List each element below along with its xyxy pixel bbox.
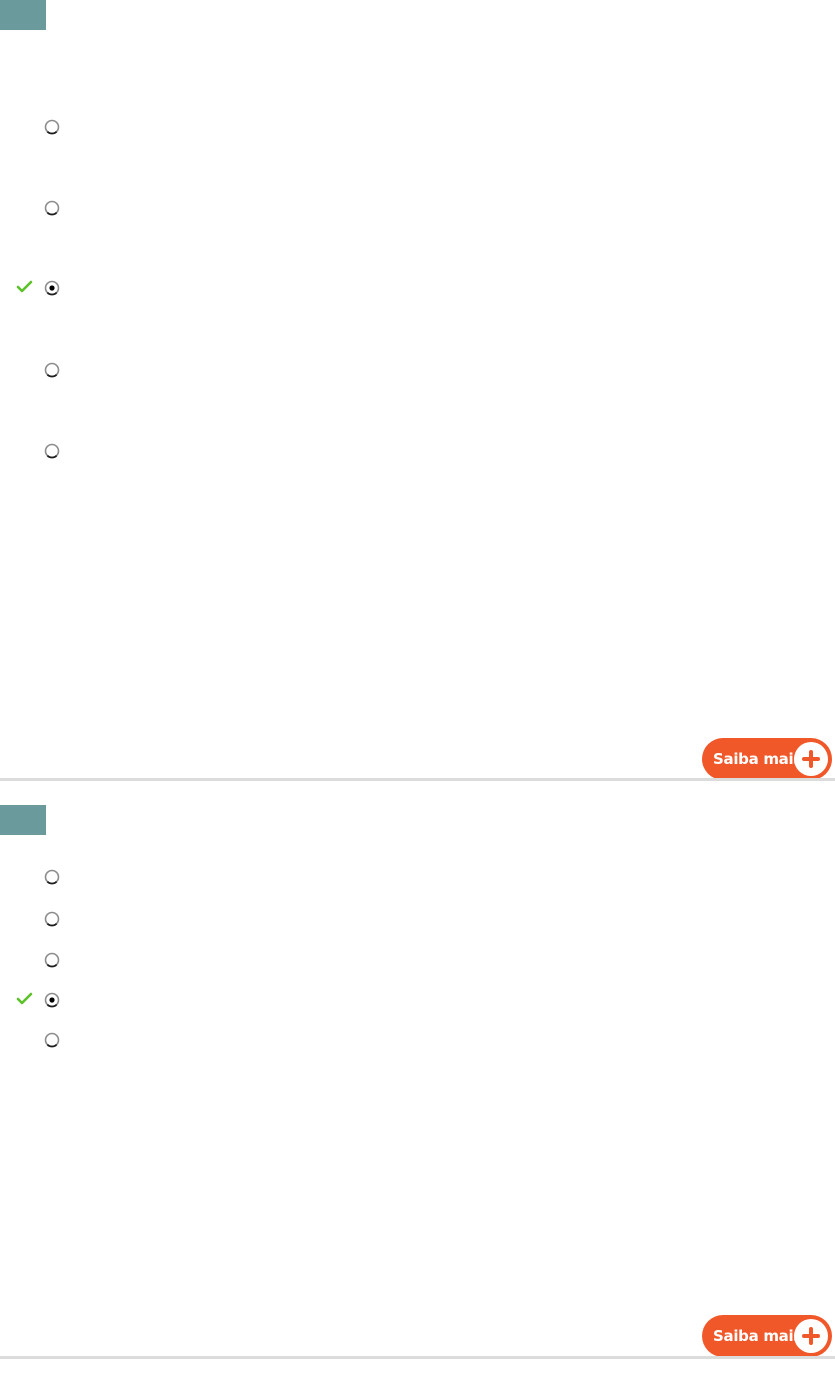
question-number-box: [0, 0, 46, 30]
option-row[interactable]: [16, 991, 796, 1013]
saiba-mais-label: Saiba mais: [713, 750, 802, 768]
question-1: Saiba mais: [0, 0, 835, 780]
radio-button[interactable]: [43, 951, 61, 969]
plus-icon: [794, 1319, 828, 1353]
option-row[interactable]: [16, 868, 796, 890]
question-number-box: [0, 805, 46, 835]
option-row[interactable]: [16, 951, 796, 973]
saiba-mais-button[interactable]: Saiba mais: [702, 738, 832, 780]
radio-button-selected[interactable]: [43, 279, 61, 297]
radio-button[interactable]: [43, 442, 61, 460]
check-icon: [16, 279, 34, 295]
divider: [0, 778, 835, 781]
plus-icon: [794, 742, 828, 776]
saiba-mais-button[interactable]: Saiba mais: [702, 1315, 832, 1357]
radio-button[interactable]: [43, 1031, 61, 1049]
radio-button[interactable]: [43, 361, 61, 379]
saiba-mais-label: Saiba mais: [713, 1327, 802, 1345]
divider: [0, 1356, 835, 1359]
radio-button[interactable]: [43, 868, 61, 886]
option-row[interactable]: [16, 1031, 796, 1053]
option-row[interactable]: [16, 118, 796, 140]
radio-button[interactable]: [43, 118, 61, 136]
radio-button[interactable]: [43, 199, 61, 217]
check-icon: [16, 991, 34, 1007]
radio-button-selected[interactable]: [43, 991, 61, 1009]
question-2: Saiba mais: [0, 805, 835, 1365]
option-row[interactable]: [16, 361, 796, 383]
option-row[interactable]: [16, 910, 796, 932]
radio-button[interactable]: [43, 910, 61, 928]
option-row[interactable]: [16, 199, 796, 221]
option-row[interactable]: [16, 442, 796, 464]
option-row[interactable]: [16, 279, 796, 301]
